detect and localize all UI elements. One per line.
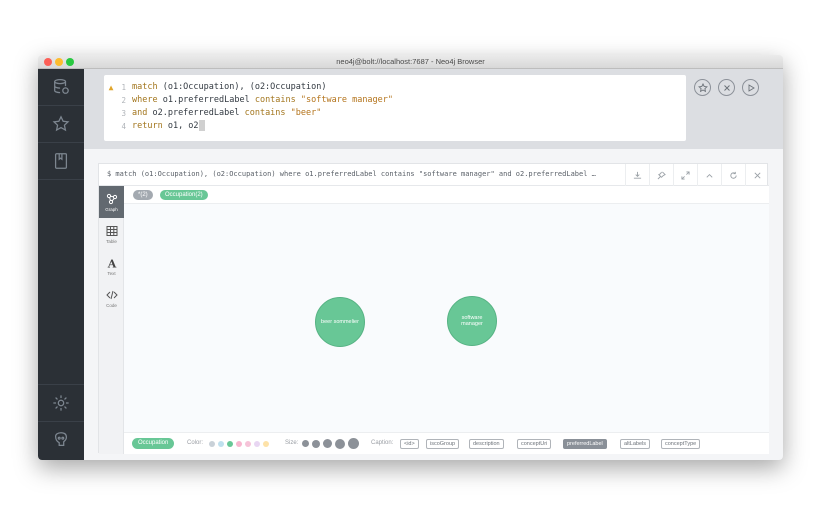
text-cursor	[198, 120, 205, 131]
query-editor[interactable]: ▲ 1 match (o1:Occupation), (o2:Occupatio…	[104, 75, 686, 141]
sidebar-favorites[interactable]	[38, 106, 84, 142]
document-icon	[54, 153, 68, 169]
expand-button[interactable]	[673, 164, 697, 186]
collapse-button[interactable]	[697, 164, 721, 186]
size-option[interactable]	[302, 440, 309, 447]
all-nodes-badge[interactable]: *(2)	[133, 190, 153, 200]
color-swatch[interactable]	[236, 441, 242, 447]
code-line: 3 and o2.preferredLabel contains "beer"	[121, 108, 322, 118]
pin-button[interactable]	[649, 164, 673, 186]
download-button[interactable]	[625, 164, 649, 186]
sidebar-documents[interactable]	[38, 143, 84, 179]
frame-header: $ match (o1:Occupation), (o2:Occupation)…	[99, 164, 769, 186]
tab-text[interactable]: A Text	[99, 250, 124, 282]
color-swatch[interactable]	[245, 441, 251, 447]
sidebar-about[interactable]	[38, 422, 84, 458]
table-icon	[106, 225, 117, 236]
window-title: neo4j@bolt://localhost:7687 - Neo4j Brow…	[336, 57, 485, 66]
svg-text:A: A	[106, 257, 116, 269]
chevron-up-icon	[706, 173, 713, 178]
tab-graph[interactable]: Graph	[99, 186, 124, 218]
color-swatch[interactable]	[254, 441, 260, 447]
result-frame: $ match (o1:Occupation), (o2:Occupation)…	[98, 163, 769, 454]
run-button[interactable]	[742, 79, 759, 96]
title-bar: neo4j@bolt://localhost:7687 - Neo4j Brow…	[38, 55, 783, 69]
sidebar-database[interactable]	[38, 69, 84, 105]
caption-option[interactable]: altLabels	[620, 439, 651, 449]
size-option[interactable]	[348, 438, 359, 449]
rerun-button[interactable]	[721, 164, 745, 186]
legend-label-badge[interactable]: Occupation	[132, 438, 175, 449]
about-icon	[54, 432, 68, 447]
size-option[interactable]	[312, 439, 320, 448]
gear-icon	[53, 395, 69, 411]
caption-option-selected[interactable]: preferredLabel	[563, 439, 607, 449]
caption-option[interactable]: conceptUri	[517, 439, 552, 449]
editor-area: ▲ 1 match (o1:Occupation), (o2:Occupatio…	[84, 69, 783, 149]
browser-window: neo4j@bolt://localhost:7687 - Neo4j Brow…	[38, 55, 783, 460]
database-icon	[54, 78, 69, 94]
tab-code[interactable]: Code	[99, 282, 124, 314]
caption-option[interactable]: <id>	[400, 439, 419, 449]
close-frame-button[interactable]	[745, 164, 769, 186]
frame-query[interactable]: $ match (o1:Occupation), (o2:Occupation)…	[107, 170, 627, 178]
favorite-button[interactable]	[694, 79, 711, 96]
view-tabs: Graph Table A Text Code	[99, 186, 124, 454]
size-option[interactable]	[323, 439, 332, 448]
sidebar-settings[interactable]	[38, 385, 84, 421]
warning-icon: ▲	[108, 83, 114, 92]
refresh-icon	[730, 171, 737, 179]
code-line: 2 where o1.preferredLabel contains "soft…	[121, 95, 394, 105]
star-icon	[52, 115, 70, 132]
graph-canvas[interactable]: beer sommelier software manager	[124, 204, 769, 432]
color-swatch[interactable]	[263, 441, 269, 447]
caption-option[interactable]: description	[469, 439, 504, 449]
label-badges: *(2) Occupation(2)	[124, 186, 769, 204]
text-icon: A	[106, 257, 116, 269]
pin-icon	[657, 171, 666, 179]
color-swatch[interactable]	[227, 441, 233, 447]
sidebar	[38, 69, 84, 460]
close-icon	[754, 171, 761, 179]
color-swatch[interactable]	[218, 441, 224, 447]
code-line: 4 return o1, o2	[104, 120, 686, 133]
star-icon	[697, 82, 708, 92]
graph-node[interactable]: beer sommelier	[315, 297, 365, 347]
download-icon	[633, 171, 642, 179]
caption-option[interactable]: conceptType	[661, 439, 701, 449]
graph-node[interactable]: software manager	[447, 296, 497, 346]
tab-table[interactable]: Table	[99, 218, 124, 250]
expand-icon	[681, 170, 690, 180]
play-icon	[748, 83, 755, 92]
graph-icon	[106, 193, 117, 204]
size-option[interactable]	[335, 438, 345, 449]
code-icon	[105, 290, 118, 299]
close-icon	[723, 84, 730, 91]
legend-footer: Occupation Color: Size: Caption: <id> is…	[124, 432, 769, 454]
code-line: ▲ 1 match (o1:Occupation), (o2:Occupatio…	[104, 81, 686, 94]
occupation-badge[interactable]: Occupation(2)	[160, 190, 208, 200]
color-swatch[interactable]	[209, 441, 215, 447]
clear-button[interactable]	[718, 79, 735, 96]
caption-option[interactable]: iscoGroup	[426, 439, 460, 449]
